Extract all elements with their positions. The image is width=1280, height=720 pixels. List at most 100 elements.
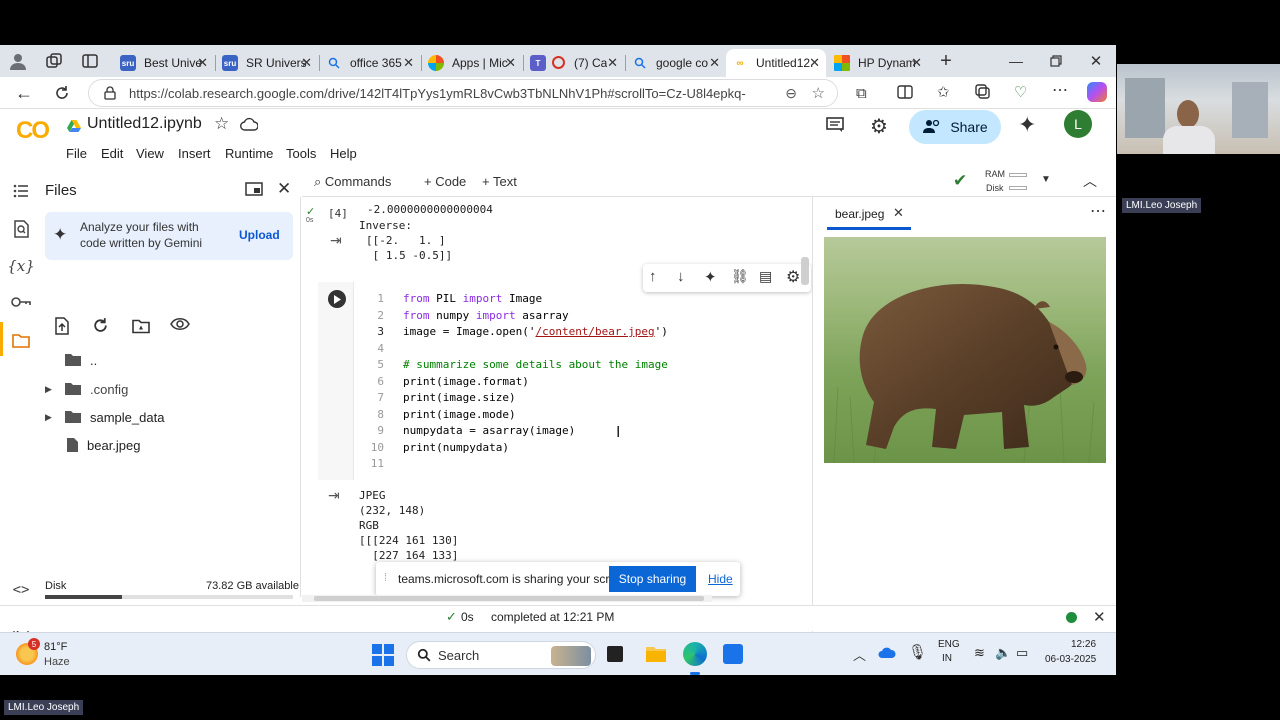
move-up-icon[interactable]: ↑ — [649, 268, 657, 285]
upload-button[interactable]: Upload — [239, 228, 280, 242]
share-button[interactable]: Share — [909, 110, 1001, 144]
code-line[interactable]: print(image.size) — [403, 391, 516, 404]
cloud-saved-icon[interactable] — [240, 117, 259, 136]
move-down-icon[interactable]: ↓ — [677, 268, 685, 285]
notebook-title[interactable]: Untitled12.ipynb — [87, 115, 202, 133]
chevron-down-icon[interactable]: ▼ — [1041, 174, 1051, 185]
close-icon[interactable]: ✕ — [893, 205, 904, 221]
code-line[interactable]: numpydata = asarray(image) — [403, 424, 575, 437]
browser-tab[interactable]: google co ✕ — [626, 49, 726, 77]
code-line[interactable]: from PIL import Image — [403, 292, 542, 305]
secrets-key-icon[interactable] — [10, 291, 32, 313]
language-code[interactable]: ENG — [938, 639, 960, 650]
code-line[interactable]: # summarize some details about the image — [403, 358, 668, 371]
workspaces-icon[interactable] — [44, 51, 64, 71]
menu-tools[interactable]: Tools — [286, 146, 316, 161]
wifi-icon[interactable]: ≋ — [974, 645, 985, 661]
code-line[interactable]: print(numpydata) — [403, 441, 509, 454]
output-actions-icon[interactable]: ⇥ — [330, 232, 342, 249]
onedrive-icon[interactable] — [878, 646, 896, 664]
split-screen-icon[interactable] — [897, 84, 913, 105]
browser-tab[interactable]: Apps | Mic ✕ — [422, 49, 522, 77]
link-icon[interactable]: ⛓ — [731, 268, 749, 285]
settings-more-icon[interactable]: ⋯ — [1052, 80, 1068, 100]
chevron-up-icon[interactable]: ︿ — [853, 645, 866, 664]
colab-logo[interactable]: CO — [16, 117, 50, 145]
browser-essentials-icon[interactable]: ♡ — [1014, 83, 1027, 101]
close-window-icon[interactable]: ✕ — [1086, 51, 1106, 71]
variables-icon[interactable]: {x} — [7, 255, 35, 277]
menu-view[interactable]: View — [136, 146, 164, 161]
favorite-star-icon[interactable]: ☆ — [812, 84, 825, 102]
collapse-header-icon[interactable]: ︿ — [1083, 171, 1097, 191]
add-text-button[interactable]: + Text — [482, 174, 517, 189]
horizontal-scrollbar[interactable] — [302, 595, 712, 602]
cell-settings-icon[interactable]: ⚙ — [786, 267, 800, 287]
task-view-icon[interactable] — [607, 646, 623, 662]
commands-button[interactable]: ⌕ Commands — [314, 174, 391, 190]
refresh-files-icon[interactable] — [92, 317, 109, 339]
upload-file-icon[interactable] — [54, 317, 70, 340]
browser-tab-active[interactable]: ∞ Untitled12. ✕ — [726, 49, 826, 77]
comments-icon[interactable] — [826, 117, 844, 138]
close-icon[interactable]: ✕ — [505, 55, 516, 71]
file-tree-item[interactable]: .. — [64, 350, 97, 370]
restore-icon[interactable] — [1046, 51, 1066, 71]
star-icon[interactable]: ☆ — [214, 114, 229, 134]
ram-meter[interactable] — [1009, 173, 1027, 177]
run-cell-button[interactable] — [328, 290, 346, 308]
close-icon[interactable]: ✕ — [809, 55, 820, 71]
copilot-icon[interactable] — [1087, 82, 1107, 102]
file-tree-item[interactable]: ▶ sample_data — [45, 407, 164, 427]
close-icon[interactable]: ✕ — [197, 55, 208, 71]
edge-browser-icon[interactable] — [683, 642, 707, 666]
favorites-icon[interactable]: ✩ — [937, 83, 950, 101]
add-code-button[interactable]: + Code — [424, 174, 466, 189]
gemini-sparkle-icon[interactable]: ✦ — [704, 268, 717, 286]
files-folder-icon[interactable] — [10, 329, 32, 351]
menu-file[interactable]: File — [66, 146, 87, 161]
disk-meter[interactable] — [1009, 186, 1027, 190]
chevron-right-icon[interactable]: ▶ — [45, 412, 64, 423]
tab-actions-icon[interactable] — [80, 51, 100, 71]
output-actions-icon[interactable]: ⇥ — [328, 487, 340, 504]
browser-tab[interactable]: HP Dynam ✕ — [828, 49, 928, 77]
refresh-icon[interactable] — [52, 83, 72, 103]
hide-banner-link[interactable]: Hide — [708, 572, 733, 586]
code-line[interactable]: print(image.mode) — [403, 408, 516, 421]
store-icon[interactable] — [723, 644, 743, 664]
language-region[interactable]: IN — [942, 653, 952, 664]
file-explorer-icon[interactable] — [645, 645, 667, 668]
mount-drive-icon[interactable] — [132, 318, 150, 339]
url-bar[interactable]: https://colab.research.google.com/drive/… — [88, 79, 838, 107]
more-vert-icon[interactable]: ⋯ — [1090, 201, 1106, 221]
new-tab-icon[interactable]: + — [936, 50, 956, 72]
microphone-icon[interactable]: 🎙 — [908, 643, 927, 661]
file-tree-item[interactable]: ▶ .config — [45, 379, 128, 399]
clock-time[interactable]: 12:26 — [1071, 639, 1096, 650]
close-icon[interactable]: ✕ — [301, 55, 312, 71]
close-icon[interactable]: ✕ — [403, 55, 414, 71]
more-options-icon[interactable]: ⊖ — [785, 85, 797, 102]
clock-date[interactable]: 06-03-2025 — [1045, 654, 1096, 665]
drag-handle-icon[interactable]: ⁞ — [384, 572, 387, 584]
close-icon[interactable]: ✕ — [607, 55, 618, 71]
code-snippets-icon[interactable]: <> — [10, 579, 32, 601]
comment-icon[interactable]: ▤ — [759, 268, 772, 285]
profile-icon[interactable] — [8, 51, 28, 71]
code-line[interactable]: image = Image.open('/content/bear.jpeg') — [403, 325, 668, 338]
chevron-right-icon[interactable]: ▶ — [45, 384, 64, 395]
code-line[interactable]: print(image.format) — [403, 375, 529, 388]
scrollbar-thumb[interactable] — [801, 257, 809, 285]
menu-runtime[interactable]: Runtime — [225, 146, 273, 161]
browser-tab[interactable]: office 365 ✕ — [320, 49, 420, 77]
collections-icon[interactable] — [975, 84, 991, 105]
participant-video[interactable] — [1117, 64, 1280, 154]
image-tab-label[interactable]: bear.jpeg — [835, 207, 884, 221]
browser-tab[interactable]: T (7) Ca ✕ — [524, 49, 624, 77]
menu-help[interactable]: Help — [330, 146, 357, 161]
stop-sharing-button[interactable]: Stop sharing — [609, 566, 696, 592]
code-line[interactable]: from numpy import asarray — [403, 309, 569, 322]
volume-muted-icon[interactable]: 🔈 — [995, 645, 1011, 661]
extensions-icon[interactable]: ⧉ — [856, 85, 867, 102]
